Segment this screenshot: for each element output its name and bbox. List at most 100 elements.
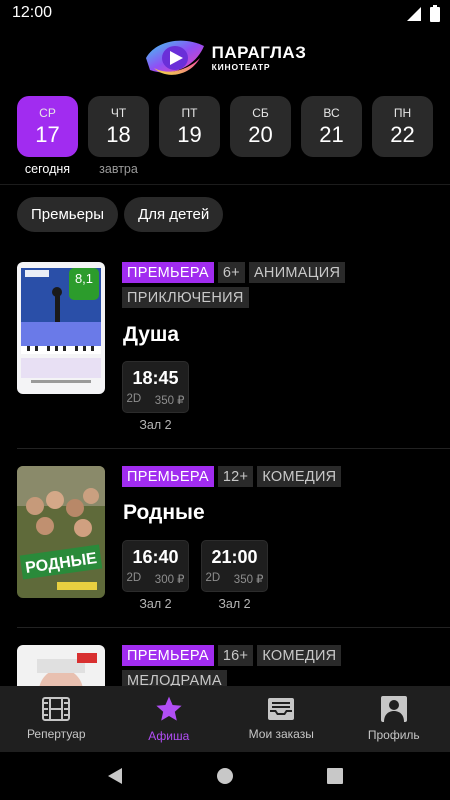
movie-card[interactable]: 8,1 ПРЕМЬЕРА 6+ АНИМАЦИЯ ПРИКЛЮЧЕНИЯ Душ…	[0, 262, 450, 432]
date-item-18[interactable]: ЧТ 18 завтра	[88, 96, 149, 177]
movie-poster[interactable]: 8,1	[17, 262, 105, 394]
session-price: 300 ₽	[154, 573, 185, 586]
rating-badge: 8,1	[69, 268, 99, 300]
nav-label: Мои заказы	[248, 727, 314, 741]
tag-premiere: ПРЕМЬЕРА	[122, 262, 214, 283]
date-day: 20	[248, 121, 273, 147]
nav-item-afisha[interactable]: Афиша	[113, 686, 226, 752]
signal-icon	[407, 6, 421, 21]
nav-label: Репертуар	[26, 727, 86, 741]
session-hall: Зал 2	[139, 597, 172, 611]
divider	[17, 627, 450, 628]
poster-image: РОДНЫЕ	[17, 466, 105, 598]
session-hall: Зал 2	[139, 418, 172, 432]
session-format: 2D	[126, 392, 142, 405]
brand-subtitle: КИНОТЕАТР	[211, 62, 271, 73]
movie-title[interactable]: Душа	[123, 323, 179, 347]
brand-name: ПАРАГЛАЗ	[211, 43, 307, 63]
date-item-20[interactable]: СБ 20	[230, 96, 291, 177]
status-bar: 12:00	[0, 0, 450, 28]
session-button[interactable]: 21:00 2D 350 ₽	[201, 540, 268, 592]
tag-genre: КОМЕДИЯ	[257, 645, 342, 666]
star-icon	[156, 696, 182, 721]
filter-chip-kids[interactable]: Для детей	[124, 197, 224, 232]
date-tile[interactable]: СБ 20	[230, 96, 291, 157]
date-weekday: СР	[39, 105, 56, 120]
session-time: 21:00	[211, 546, 258, 567]
date-item-17[interactable]: СР 17 сегодня	[17, 96, 78, 177]
movie-poster[interactable]: РОДНЫЕ	[17, 466, 105, 598]
movie-card[interactable]: РОДНЫЕ ПРЕМЬЕРА 12+ КОМЕДИЯ Родные 16:40…	[0, 466, 450, 616]
divider	[17, 448, 450, 449]
system-navigation	[0, 752, 450, 800]
nav-item-orders[interactable]: Мои заказы	[225, 686, 338, 752]
tag-premiere: ПРЕМЬЕРА	[122, 645, 214, 666]
session-format: 2D	[126, 571, 142, 584]
movie-title[interactable]: Родные	[123, 501, 205, 525]
bottom-navigation: Репертуар Афиша Мои заказы Профиль	[0, 686, 450, 752]
date-item-21[interactable]: ВС 21	[301, 96, 362, 177]
movie-tags: ПРЕМЬЕРА 16+ КОМЕДИЯ МЕЛОДРАМА	[122, 645, 432, 686]
status-icons	[406, 5, 440, 22]
session-hall: Зал 2	[218, 597, 251, 611]
nav-label: Афиша	[148, 728, 190, 743]
date-day: 17	[35, 121, 60, 147]
back-icon[interactable]	[107, 767, 123, 785]
header: ПАРАГЛАЗ КИНОТЕАТР	[0, 28, 450, 88]
session-button[interactable]: 16:40 2D 300 ₽	[122, 540, 189, 592]
date-day: 21	[319, 121, 344, 147]
date-weekday: СБ	[252, 105, 269, 120]
date-tile[interactable]: ПТ 19	[159, 96, 220, 157]
filter-chip-premieres[interactable]: Премьеры	[17, 197, 119, 232]
tag-genre: ПРИКЛЮЧЕНИЯ	[122, 287, 249, 308]
recents-icon[interactable]	[327, 768, 344, 784]
session-format: 2D	[205, 571, 221, 584]
tag-age: 12+	[217, 466, 254, 487]
divider	[0, 184, 450, 185]
date-tile[interactable]: СР 17	[17, 96, 78, 157]
session[interactable]: 21:00 2D 350 ₽ Зал 2	[201, 540, 268, 611]
date-day: 19	[177, 121, 202, 147]
status-time: 12:00	[12, 4, 53, 21]
date-day: 22	[390, 121, 415, 147]
poster-image	[17, 645, 105, 686]
nav-item-profile[interactable]: Профиль	[338, 686, 450, 752]
date-caption: сегодня	[24, 162, 71, 176]
film-icon	[42, 697, 71, 721]
nav-item-repertoire[interactable]: Репертуар	[0, 686, 113, 752]
tray-icon	[268, 698, 295, 720]
tag-premiere: ПРЕМЬЕРА	[122, 466, 214, 487]
tag-age: 6+	[217, 262, 245, 283]
session-time: 16:40	[132, 546, 179, 567]
filter-chips: Премьеры Для детей	[17, 197, 224, 232]
session-button[interactable]: 18:45 2D 350 ₽	[122, 361, 189, 413]
session[interactable]: 18:45 2D 350 ₽ Зал 2	[122, 361, 189, 432]
date-item-19[interactable]: ПТ 19	[159, 96, 220, 177]
tag-age: 16+	[217, 645, 254, 666]
session[interactable]: 16:40 2D 300 ₽ Зал 2	[122, 540, 189, 611]
session-price: 350 ₽	[233, 573, 264, 586]
movie-tags: ПРЕМЬЕРА 12+ КОМЕДИЯ	[122, 466, 432, 487]
date-tile[interactable]: ПН 22	[372, 96, 433, 157]
date-weekday: ВС	[323, 105, 340, 120]
eye-logo-icon	[145, 40, 204, 75]
movie-tags: ПРЕМЬЕРА 6+ АНИМАЦИЯ ПРИКЛЮЧЕНИЯ	[122, 262, 432, 308]
session-list: 18:45 2D 350 ₽ Зал 2	[122, 361, 189, 432]
date-caption: завтра	[99, 162, 138, 176]
movie-card[interactable]: ПРЕМЬЕРА 16+ КОМЕДИЯ МЕЛОДРАМА	[0, 645, 450, 686]
date-weekday: ПН	[393, 105, 412, 120]
logo: ПАРАГЛАЗ КИНОТЕАТР	[144, 36, 307, 80]
session-list: 16:40 2D 300 ₽ Зал 2 21:00 2D 350 ₽ Зал 2	[122, 540, 268, 611]
date-item-22[interactable]: ПН 22	[372, 96, 433, 177]
home-icon[interactable]	[216, 767, 234, 785]
date-tile[interactable]: ВС 21	[301, 96, 362, 157]
date-selector: СР 17 сегодня ЧТ 18 завтра ПТ 19 СБ 20 В…	[17, 96, 433, 177]
date-day: 18	[106, 121, 131, 147]
session-time: 18:45	[132, 367, 179, 388]
date-tile[interactable]: ЧТ 18	[88, 96, 149, 157]
tag-genre: АНИМАЦИЯ	[248, 262, 346, 283]
date-weekday: ЧТ	[110, 105, 127, 120]
date-weekday: ПТ	[181, 105, 198, 120]
nav-label: Профиль	[367, 728, 420, 742]
movie-poster[interactable]	[17, 645, 105, 686]
